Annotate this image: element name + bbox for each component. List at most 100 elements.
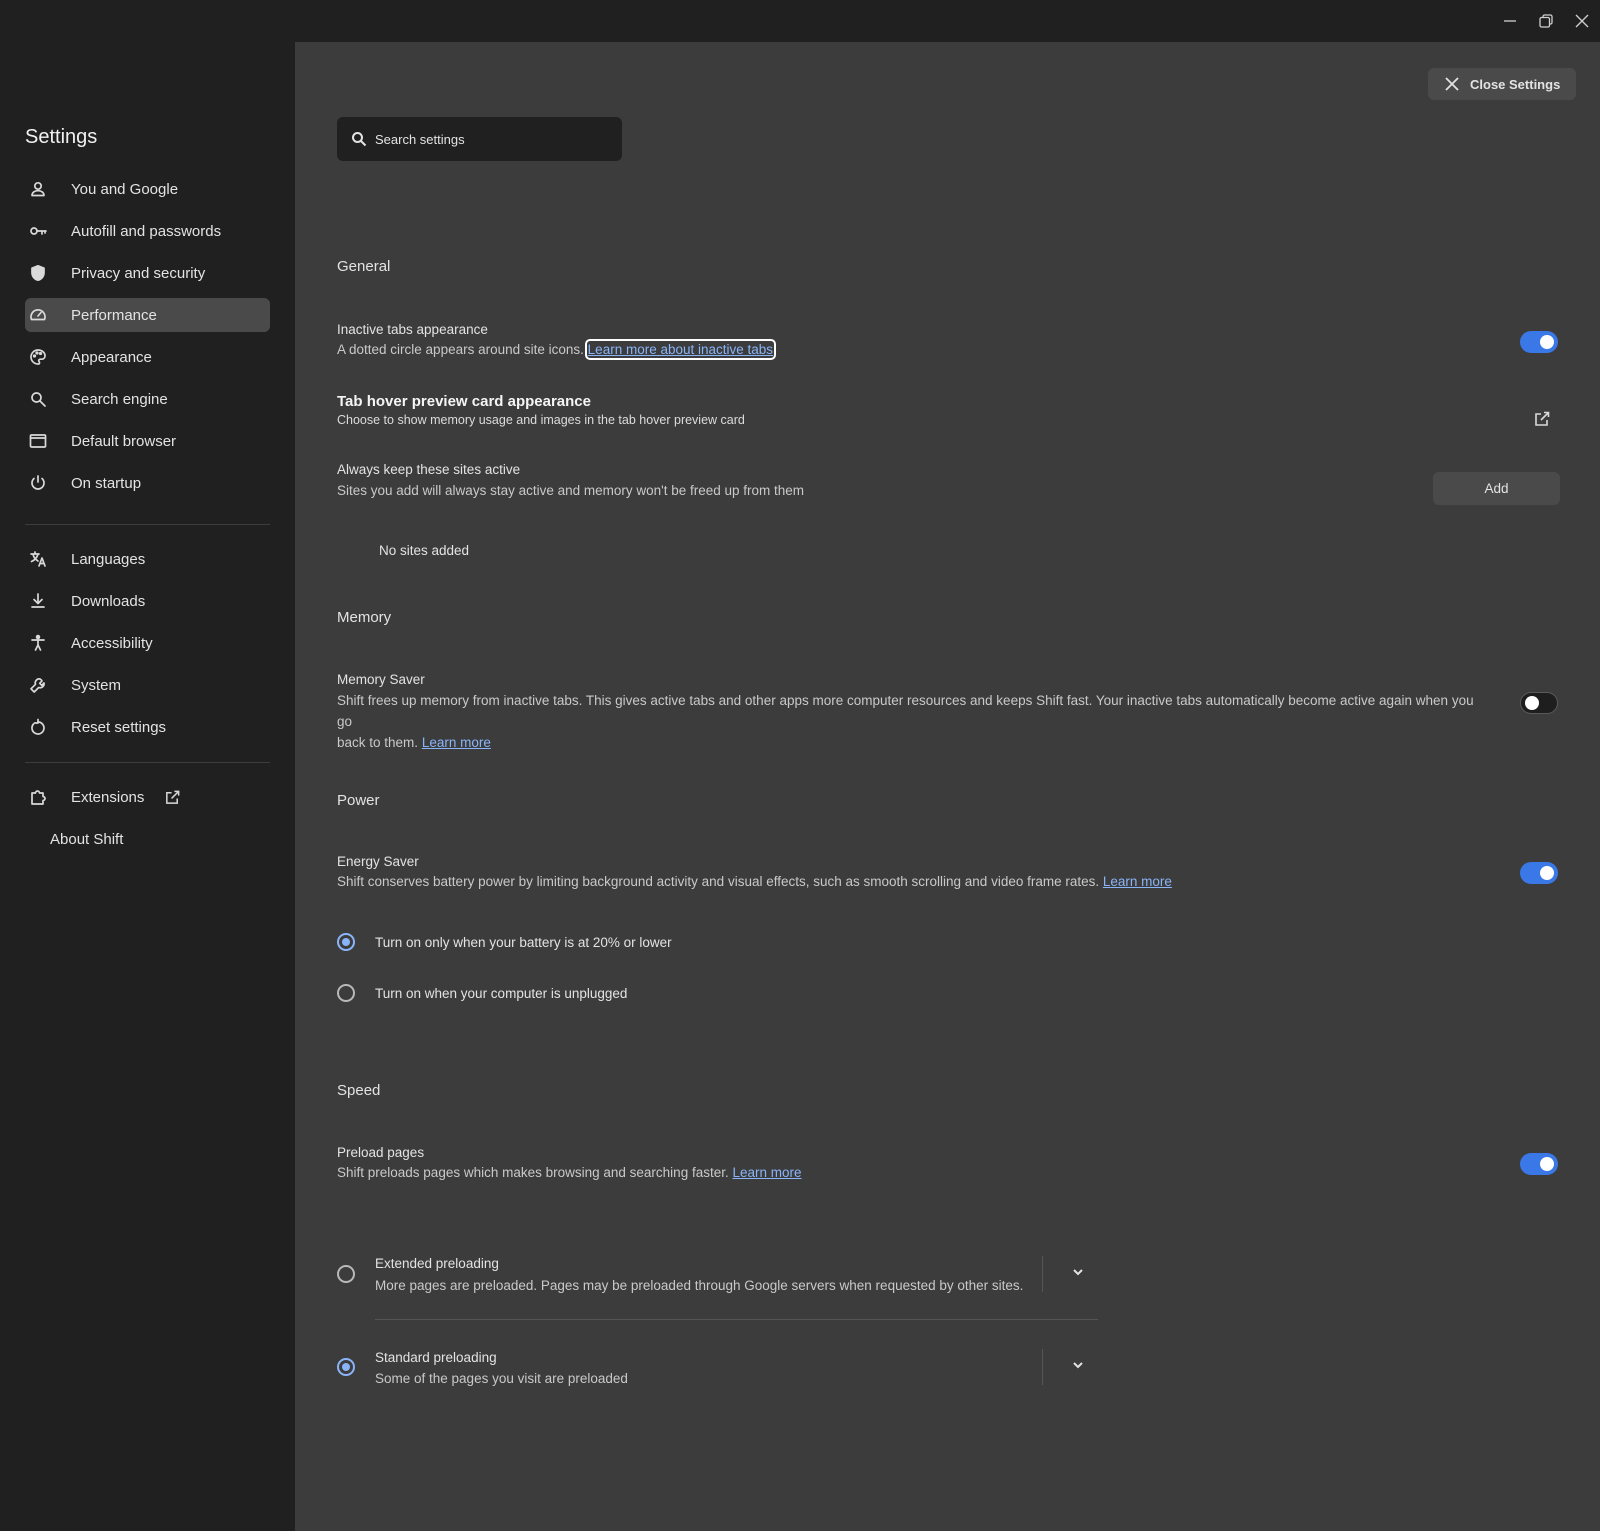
- sidebar-item-search-engine[interactable]: Search engine: [25, 382, 270, 416]
- sidebar-item-default-browser[interactable]: Default browser: [25, 424, 270, 458]
- sidebar-item-extensions[interactable]: Extensions: [25, 780, 270, 814]
- power-icon: [25, 474, 71, 492]
- sidebar-item-autofill[interactable]: Autofill and passwords: [25, 214, 270, 248]
- extended-preloading-label: Extended preloading: [375, 1256, 499, 1271]
- section-title-speed: Speed: [337, 1082, 381, 1099]
- sidebar-item-label: System: [71, 676, 122, 694]
- search-input[interactable]: [375, 131, 605, 147]
- learn-more-preload-link[interactable]: Learn more: [732, 1165, 801, 1180]
- section-title-general: General: [337, 258, 391, 275]
- learn-more-inactive-tabs-link[interactable]: Learn more about inactive tabs: [584, 339, 777, 360]
- expand-standard-button[interactable]: [1071, 1358, 1087, 1374]
- radio-battery-20[interactable]: [337, 933, 355, 951]
- sidebar-item-label: Extensions: [71, 788, 145, 806]
- palette-icon: [25, 348, 71, 366]
- memory-saver-desc: Shift frees up memory from inactive tabs…: [337, 690, 1482, 753]
- sidebar-item-label: Downloads: [71, 592, 146, 610]
- person-icon: [25, 180, 71, 198]
- energy-saver-toggle[interactable]: [1520, 862, 1558, 884]
- memory-saver-toggle[interactable]: [1520, 692, 1558, 714]
- extended-preloading-desc: More pages are preloaded. Pages may be p…: [375, 1278, 1024, 1293]
- radio-standard-preloading[interactable]: [337, 1358, 355, 1376]
- sidebar-item-on-startup[interactable]: On startup: [25, 466, 270, 500]
- sidebar-item-label: Autofill and passwords: [71, 222, 222, 240]
- section-title-power: Power: [337, 792, 380, 809]
- preload-toggle[interactable]: [1520, 1153, 1558, 1175]
- sidebar-item-label: About Shift: [50, 830, 124, 848]
- hover-card-title: Tab hover preview card appearance: [337, 393, 591, 410]
- sidebar-item-label: You and Google: [71, 180, 179, 198]
- accessibility-icon: [25, 634, 71, 652]
- sidebar-item-label: Appearance: [71, 348, 152, 366]
- sidebar: Settings You and Google Autofill and pas…: [0, 42, 295, 1531]
- sidebar-item-label: Languages: [71, 550, 146, 568]
- restore-button[interactable]: [1528, 0, 1564, 42]
- sidebar-title: Settings: [25, 126, 98, 148]
- translate-icon: [25, 550, 71, 568]
- radio-battery-20-label: Turn on only when your battery is at 20%…: [375, 935, 672, 950]
- sidebar-item-downloads[interactable]: Downloads: [25, 584, 270, 618]
- wrench-icon: [25, 676, 71, 694]
- sidebar-item-reset-settings[interactable]: Reset settings: [25, 710, 270, 744]
- close-window-button[interactable]: [1564, 0, 1600, 42]
- puzzle-icon: [25, 788, 71, 806]
- radio-unplugged-label: Turn on when your computer is unplugged: [375, 986, 628, 1001]
- hover-card-open-button[interactable]: [1533, 410, 1553, 430]
- inactive-tabs-toggle[interactable]: [1520, 331, 1558, 353]
- learn-more-memory-link[interactable]: Learn more: [422, 735, 491, 750]
- minimize-icon: [1504, 20, 1516, 22]
- sidebar-item-label: Privacy and security: [71, 264, 206, 282]
- inactive-tabs-desc-text: A dotted circle appears around site icon…: [337, 342, 584, 357]
- key-icon: [25, 222, 71, 240]
- search-box[interactable]: [337, 117, 622, 161]
- radio-unplugged[interactable]: [337, 984, 355, 1002]
- keep-active-desc: Sites you add will always stay active an…: [337, 483, 805, 498]
- sidebar-item-appearance[interactable]: Appearance: [25, 340, 270, 374]
- option-divider: [375, 1319, 1098, 1320]
- sidebar-item-about[interactable]: About Shift: [25, 822, 270, 856]
- minimize-button[interactable]: [1492, 0, 1528, 42]
- standard-preloading-desc: Some of the pages you visit are preloade…: [375, 1371, 628, 1386]
- preload-desc: Shift preloads pages which makes browsin…: [337, 1162, 802, 1183]
- search-icon: [25, 390, 71, 408]
- energy-saver-desc: Shift conserves battery power by limitin…: [337, 871, 1172, 892]
- chevron-down-icon: [1073, 1362, 1083, 1369]
- energy-saver-title: Energy Saver: [337, 854, 419, 869]
- sidebar-item-label: Default browser: [71, 432, 177, 450]
- chevron-down-icon: [1073, 1269, 1083, 1276]
- sidebar-item-languages[interactable]: Languages: [25, 542, 270, 576]
- memory-saver-title: Memory Saver: [337, 672, 425, 687]
- memory-saver-desc-line2: back to them. Learn more: [337, 732, 1482, 753]
- learn-more-energy-link[interactable]: Learn more: [1103, 874, 1172, 889]
- preload-title: Preload pages: [337, 1145, 425, 1160]
- inactive-tabs-title: Inactive tabs appearance: [337, 322, 488, 337]
- close-settings-button[interactable]: Close Settings: [1428, 68, 1576, 100]
- no-sites-label: No sites added: [379, 543, 470, 558]
- radio-extended-preloading[interactable]: [337, 1265, 355, 1283]
- energy-saver-desc-text: Shift conserves battery power by limitin…: [337, 874, 1100, 889]
- toggle-knob: [1525, 696, 1539, 710]
- search-icon: [352, 132, 367, 147]
- sidebar-item-accessibility[interactable]: Accessibility: [25, 626, 270, 660]
- browser-icon: [25, 432, 71, 450]
- reset-icon: [25, 718, 71, 736]
- speedometer-icon: [25, 306, 71, 324]
- title-bar: [0, 0, 1600, 42]
- preload-desc-text: Shift preloads pages which makes browsin…: [337, 1165, 729, 1180]
- sidebar-item-label: Reset settings: [71, 718, 167, 736]
- sidebar-item-privacy[interactable]: Privacy and security: [25, 256, 270, 290]
- add-site-button[interactable]: Add: [1433, 472, 1560, 505]
- sidebar-divider: [25, 524, 270, 525]
- memory-saver-desc-line2-text: back to them.: [337, 735, 419, 750]
- sidebar-item-label: On startup: [71, 474, 142, 492]
- sidebar-item-you-and-google[interactable]: You and Google: [25, 172, 270, 206]
- section-title-memory: Memory: [337, 609, 392, 626]
- memory-saver-desc-line1: Shift frees up memory from inactive tabs…: [337, 693, 1474, 729]
- sidebar-item-label: Accessibility: [71, 634, 153, 652]
- sidebar-item-system[interactable]: System: [25, 668, 270, 702]
- sidebar-item-performance[interactable]: Performance: [25, 298, 270, 332]
- sidebar-item-label: Performance: [71, 306, 157, 324]
- shield-icon: [25, 264, 71, 282]
- expand-extended-button[interactable]: [1071, 1265, 1087, 1281]
- vertical-separator: [1042, 1256, 1043, 1292]
